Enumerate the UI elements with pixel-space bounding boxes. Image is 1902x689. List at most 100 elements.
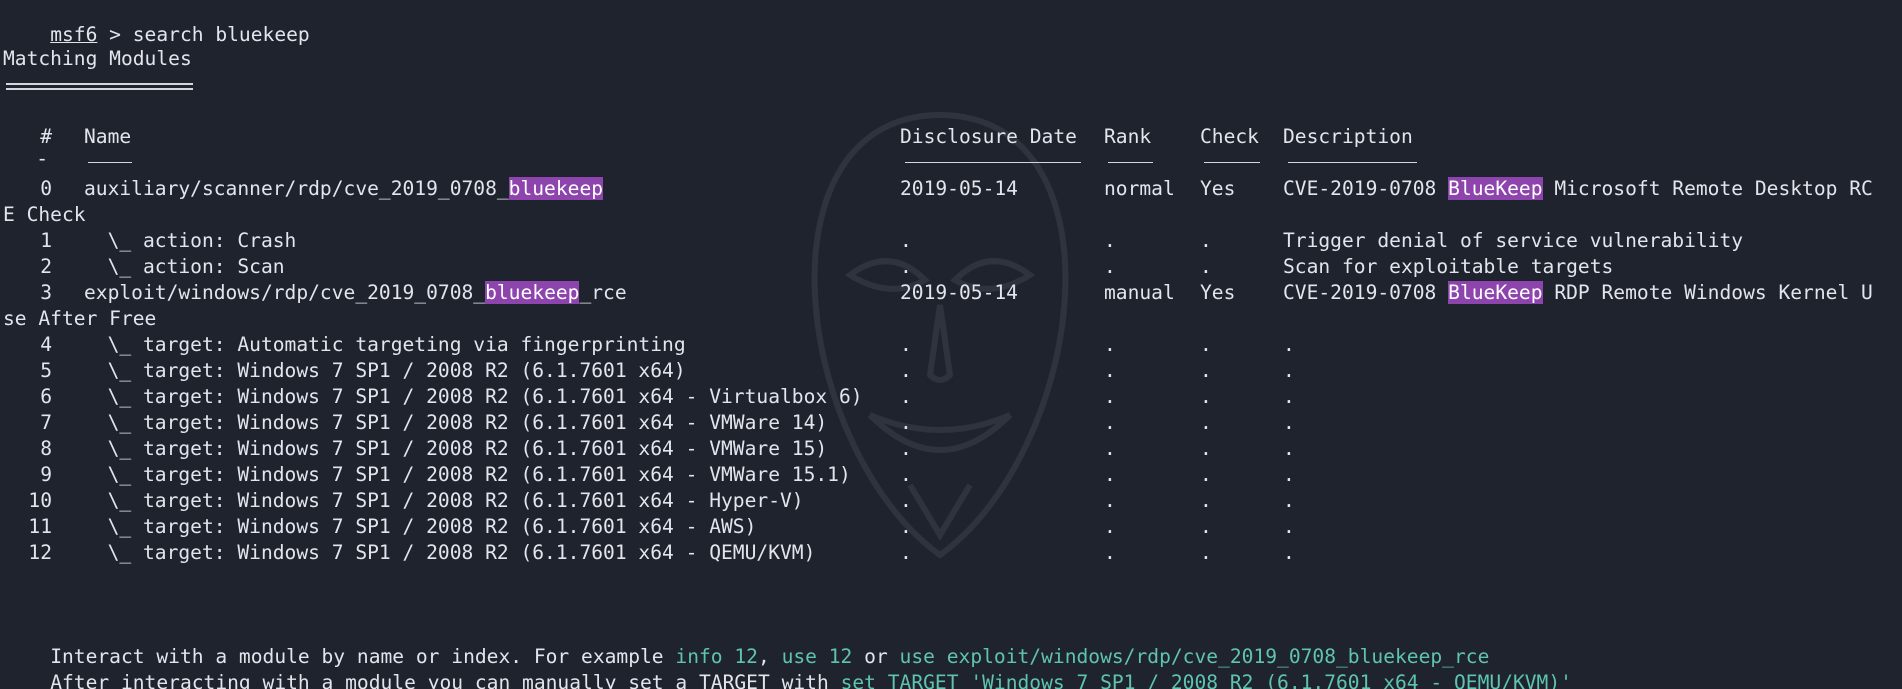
prompt-label: msf6 [50,23,98,46]
row-name: \_ target: Windows 7 SP1 / 2008 R2 (6.1.… [84,488,804,514]
row-desc-text: . [1283,385,1295,408]
row-name: \_ target: Windows 7 SP1 / 2008 R2 (6.1.… [84,358,686,384]
row-description: CVE-2019-0708 BlueKeep Microsoft Remote … [1283,176,1873,202]
row-desc-highlight: BlueKeep [1448,177,1543,200]
row-desc-text: . [1283,437,1295,460]
row-index: 3 [40,281,52,304]
table-row[interactable]: 11 \_ target: Windows 7 SP1 / 2008 R2 (6… [0,514,1902,540]
row-index: 11 [28,515,52,538]
row-name: auxiliary/scanner/rdp/cve_2019_0708_blue… [84,176,604,202]
table-row[interactable]: 0 auxiliary/scanner/rdp/cve_2019_0708_blu… [0,176,1902,202]
row-index: 5 [40,359,52,382]
row-name: exploit/windows/rdp/cve_2019_0708_blueke… [84,280,627,306]
row-index: 10 [28,489,52,512]
prompt-separator: > [97,23,133,46]
row-name: \_ target: Windows 7 SP1 / 2008 R2 (6.1.… [84,540,816,566]
row-name: \_ action: Crash [84,228,297,254]
row-check: Yes [1200,281,1236,304]
row-description: . [1283,384,1295,410]
row-desc-suffix: Microsoft Remote Desktop RC [1542,177,1873,200]
row-description: . [1283,540,1295,566]
row-name-text: \_ action: Scan [84,255,285,278]
table-row[interactable]: 6 \_ target: Windows 7 SP1 / 2008 R2 (6.… [0,384,1902,410]
row-date: . [900,385,912,408]
row-desc-text: . [1283,463,1295,486]
table-row[interactable]: 3 exploit/windows/rdp/cve_2019_0708_bluek… [0,280,1902,306]
row-name: \_ target: Automatic targeting via finge… [84,332,686,358]
row-name-highlight: bluekeep [508,177,604,200]
row-name-text: \_ action: Crash [84,229,297,252]
footer-line-1: Interact with a module by name or index.… [3,618,1489,668]
row-wrap-continuation: E Check [3,203,86,226]
row-index: 1 [40,229,52,252]
row-check: . [1200,255,1212,278]
row-description: . [1283,488,1295,514]
row-index: 7 [40,411,52,434]
table-row[interactable]: 7 \_ target: Windows 7 SP1 / 2008 R2 (6.… [0,410,1902,436]
row-name-text: \_ target: Windows 7 SP1 / 2008 R2 (6.1.… [84,411,828,434]
table-row[interactable]: 12 \_ target: Windows 7 SP1 / 2008 R2 (6… [0,540,1902,566]
row-date: . [900,515,912,538]
row-name-text: \_ target: Windows 7 SP1 / 2008 R2 (6.1.… [84,437,828,460]
row-index: 6 [40,385,52,408]
row-check: . [1200,437,1212,460]
row-check: . [1200,489,1212,512]
row-name-text: \_ target: Windows 7 SP1 / 2008 R2 (6.1.… [84,489,804,512]
row-date: . [900,541,912,564]
row-desc-text: . [1283,359,1295,382]
row-description: . [1283,436,1295,462]
row-desc-highlight: BlueKeep [1448,281,1543,304]
row-name-text: exploit/windows/rdp/cve_2019_0708_ [84,281,486,304]
table-row[interactable]: 2 \_ action: Scan... Scan for exploitable… [0,254,1902,280]
row-check: . [1200,541,1212,564]
table-row[interactable]: 8 \_ target: Windows 7 SP1 / 2008 R2 (6.… [0,436,1902,462]
row-description: Scan for exploitable targets [1283,254,1613,280]
row-rank: normal [1104,177,1175,200]
row-check: . [1200,385,1212,408]
row-check: . [1200,359,1212,382]
row-desc-text: CVE-2019-0708 [1283,177,1449,200]
table-row[interactable]: 10 \_ target: Windows 7 SP1 / 2008 R2 (6… [0,488,1902,514]
row-date: . [900,463,912,486]
row-index: 12 [28,541,52,564]
prompt-command: search bluekeep [132,23,310,46]
row-description: CVE-2019-0708 BlueKeep RDP Remote Window… [1283,280,1873,306]
row-rank: . [1104,463,1116,486]
row-index: 4 [40,333,52,356]
footer-line-2: After interacting with a module you can … [3,644,1572,689]
table-row[interactable]: 1 \_ action: Crash... Trigger denial of s… [0,228,1902,254]
table-row[interactable]: 4 \_ target: Automatic targeting via fin… [0,332,1902,358]
row-desc-text: CVE-2019-0708 [1283,281,1449,304]
row-date: . [900,255,912,278]
row-name-text: auxiliary/scanner/rdp/cve_2019_0708_ [84,177,509,200]
row-desc-text: . [1283,489,1295,512]
row-index: 8 [40,437,52,460]
row-date: . [900,437,912,460]
prompt-line: msf6 > search bluekeep [3,0,310,46]
row-name-text: \_ target: Windows 7 SP1 / 2008 R2 (6.1.… [84,359,686,382]
row-name-text: \_ target: Windows 7 SP1 / 2008 R2 (6.1.… [84,385,863,408]
terminal-window[interactable]: msf6 > search bluekeep Matching Modules … [0,0,1902,689]
row-rank: . [1104,515,1116,538]
section-title-underline [6,83,193,90]
row-date: . [900,489,912,512]
row-name-text: \_ target: Windows 7 SP1 / 2008 R2 (6.1.… [84,463,851,486]
row-rank: . [1104,541,1116,564]
footer-cmd-set-target[interactable]: set TARGET 'Windows 7 SP1 / 2008 R2 (6.1… [841,671,1572,689]
row-date: . [900,359,912,382]
row-check: . [1200,463,1212,486]
row-rank: manual [1104,281,1175,304]
table-row[interactable]: 5 \_ target: Windows 7 SP1 / 2008 R2 (6.… [0,358,1902,384]
row-date: . [900,333,912,356]
row-date: 2019-05-14 [900,281,1018,304]
row-date: 2019-05-14 [900,177,1018,200]
row-name: \_ action: Scan [84,254,285,280]
row-wrap-continuation: se After Free [3,307,157,330]
row-desc-text: Scan for exploitable targets [1283,255,1614,278]
row-desc-text: Trigger denial of service vulnerability [1283,229,1744,252]
row-description: . [1283,332,1295,358]
table-row[interactable]: 9 \_ target: Windows 7 SP1 / 2008 R2 (6.… [0,462,1902,488]
row-rank: . [1104,385,1116,408]
row-rank: . [1104,255,1116,278]
row-desc-suffix: RDP Remote Windows Kernel U [1542,281,1873,304]
